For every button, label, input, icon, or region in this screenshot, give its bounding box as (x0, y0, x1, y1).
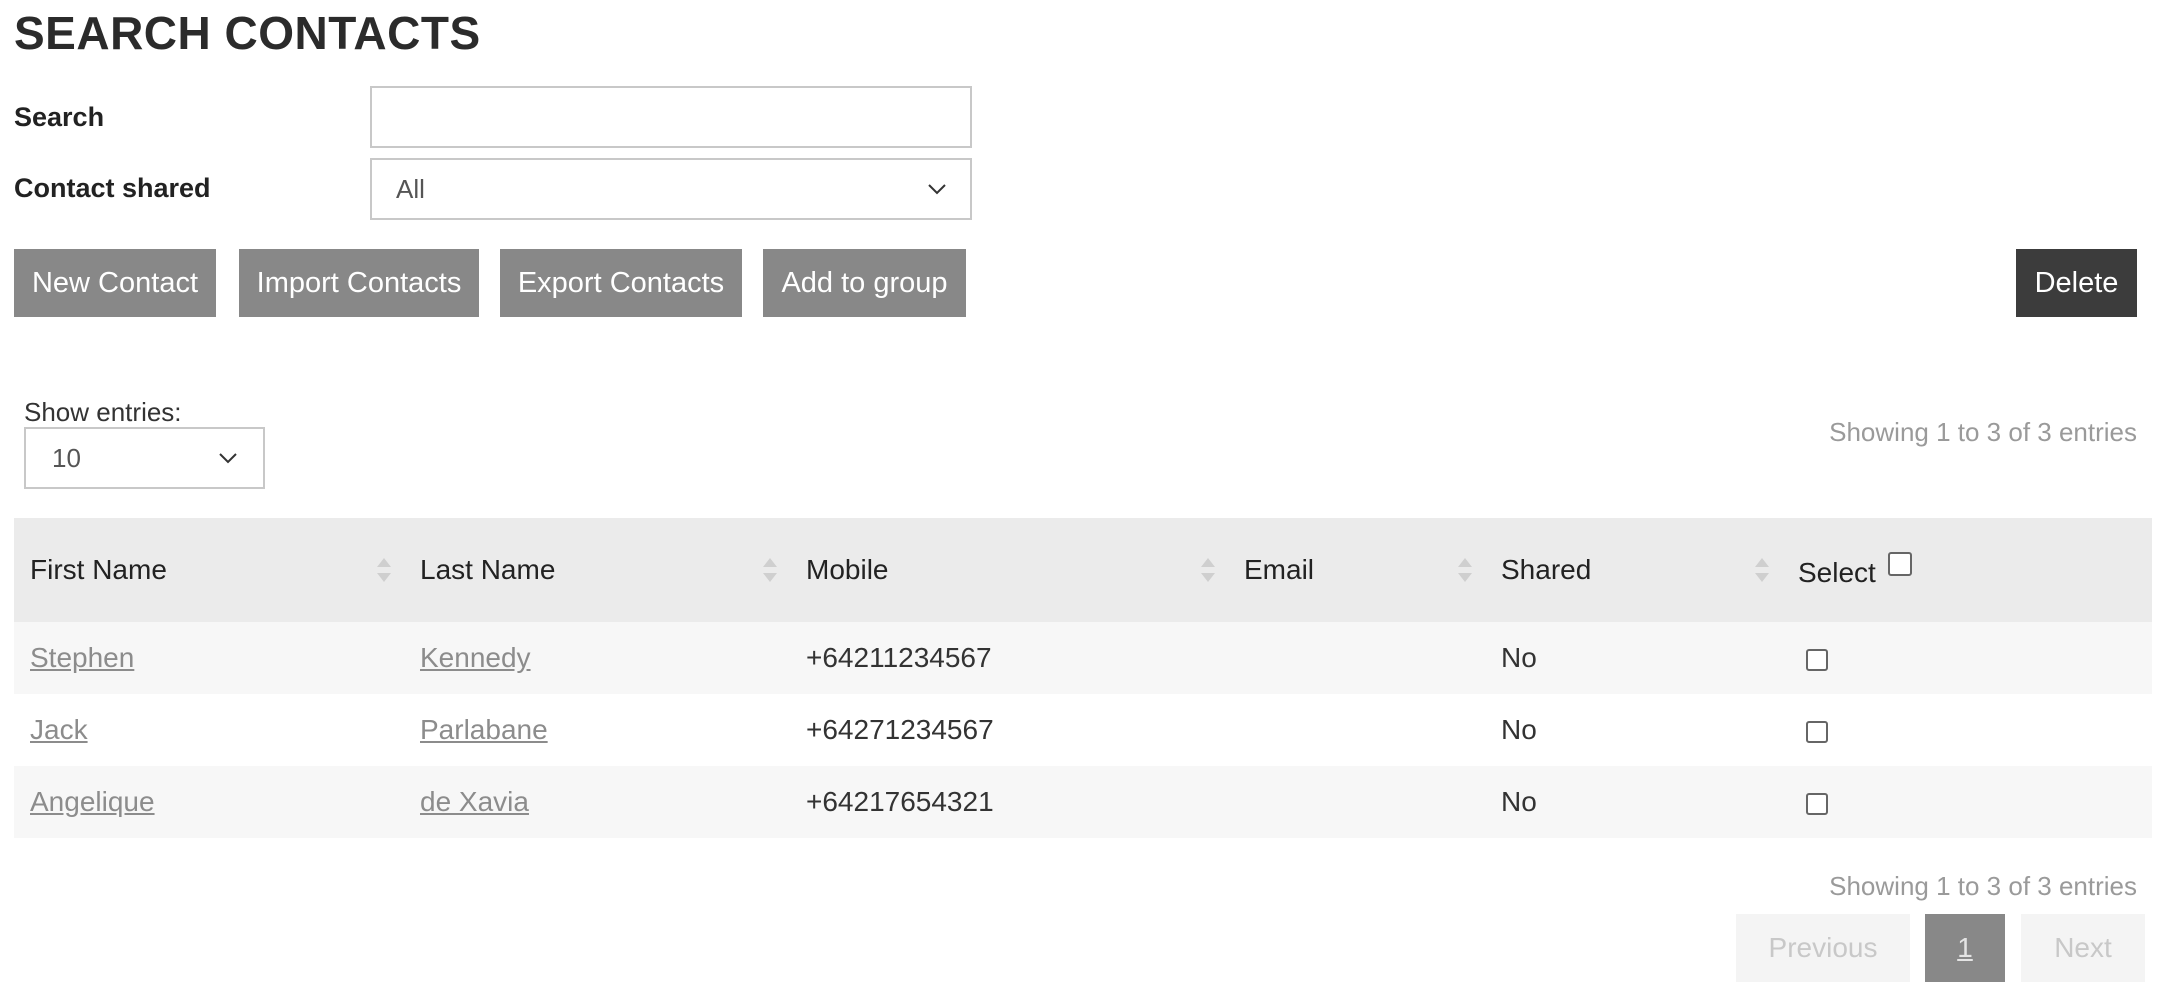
column-last-name[interactable]: Last Name (404, 518, 790, 622)
column-label: First Name (30, 554, 167, 585)
column-label: Last Name (420, 554, 556, 585)
column-first-name[interactable]: First Name (14, 518, 404, 622)
column-label: Select (1798, 556, 1876, 588)
last-name-link[interactable]: de Xavia (420, 786, 529, 817)
shared-cell: No (1501, 786, 1537, 817)
show-entries-value: 10 (52, 442, 81, 473)
search-label: Search (14, 102, 105, 132)
mobile-cell: +64271234567 (806, 714, 994, 745)
email-cell (1228, 694, 1485, 766)
table-row: Angelique de Xavia +64217654321 No (14, 766, 2152, 838)
column-label: Email (1244, 554, 1315, 585)
last-name-link[interactable]: Kennedy (420, 642, 531, 673)
entries-info-top: Showing 1 to 3 of 3 entries (1829, 417, 2137, 447)
column-select: Select (1782, 518, 2152, 622)
page-1-button[interactable]: 1 (1925, 914, 2005, 982)
contacts-table: First Name Last Name Mobile Email Shared (14, 518, 2152, 838)
table-header-row: First Name Last Name Mobile Email Shared (14, 518, 2152, 622)
row-select-checkbox[interactable] (1806, 720, 1828, 743)
page-title: SEARCH CONTACTS (14, 7, 481, 59)
sort-icon (1755, 558, 1769, 582)
show-entries-select[interactable]: 10 (24, 427, 265, 489)
page: SEARCH CONTACTS Search Contact shared Al… (0, 0, 2160, 996)
sort-icon (1201, 558, 1215, 582)
shared-cell: No (1501, 642, 1537, 673)
mobile-cell: +64217654321 (806, 786, 994, 817)
first-name-link[interactable]: Stephen (30, 642, 134, 673)
chevron-down-icon (219, 453, 237, 464)
row-select-checkbox[interactable] (1806, 648, 1828, 671)
email-cell (1228, 766, 1485, 838)
contact-shared-label: Contact shared (14, 173, 211, 203)
table-row: Jack Parlabane +64271234567 No (14, 694, 2152, 766)
sort-icon (377, 558, 391, 582)
contact-shared-value: All (396, 173, 425, 204)
contact-shared-select[interactable]: All (370, 158, 972, 220)
sort-icon (1458, 558, 1472, 582)
column-label: Mobile (806, 554, 889, 585)
row-select-checkbox[interactable] (1806, 792, 1828, 815)
show-entries-label: Show entries: (24, 397, 182, 427)
table-row: Stephen Kennedy +64211234567 No (14, 622, 2152, 694)
previous-page-button[interactable]: Previous (1736, 914, 1910, 982)
column-label: Shared (1501, 554, 1592, 585)
select-all-checkbox[interactable] (1887, 551, 1912, 576)
add-to-group-button[interactable]: Add to group (763, 249, 966, 317)
email-cell (1228, 622, 1485, 694)
export-contacts-button[interactable]: Export Contacts (500, 249, 742, 317)
delete-button[interactable]: Delete (2016, 249, 2137, 317)
import-contacts-button[interactable]: Import Contacts (239, 249, 479, 317)
column-email[interactable]: Email (1228, 518, 1485, 622)
last-name-link[interactable]: Parlabane (420, 714, 548, 745)
first-name-link[interactable]: Angelique (30, 786, 155, 817)
new-contact-button[interactable]: New Contact (14, 249, 216, 317)
mobile-cell: +64211234567 (806, 642, 992, 673)
column-mobile[interactable]: Mobile (790, 518, 1228, 622)
entries-info-bottom: Showing 1 to 3 of 3 entries (1829, 871, 2137, 901)
next-page-button[interactable]: Next (2021, 914, 2145, 982)
sort-icon (763, 558, 777, 582)
column-shared[interactable]: Shared (1485, 518, 1782, 622)
shared-cell: No (1501, 714, 1537, 745)
chevron-down-icon (928, 184, 946, 195)
search-input[interactable] (370, 86, 972, 148)
first-name-link[interactable]: Jack (30, 714, 88, 745)
